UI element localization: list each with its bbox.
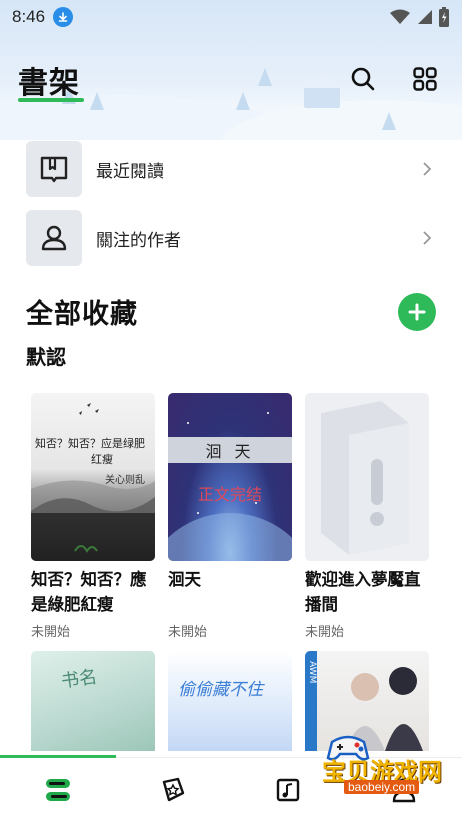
book-title: 洄天 xyxy=(168,570,201,589)
tree-decoration xyxy=(382,112,396,130)
book-status: 未開始 xyxy=(31,625,71,640)
bookshelf-icon xyxy=(45,778,70,801)
person-icon xyxy=(41,225,67,251)
page-title: 書架 xyxy=(18,66,80,101)
exclamation-icon xyxy=(321,401,409,555)
chevron-right-icon xyxy=(423,162,432,176)
cover-text: 知否？知否？应是绿肥 xyxy=(35,437,145,450)
book-open-icon xyxy=(40,156,68,183)
cover-text: 关心则乱 xyxy=(105,475,145,486)
download-icon xyxy=(53,7,74,27)
chevron-right-icon xyxy=(423,231,432,245)
plus-icon xyxy=(408,303,426,321)
group-label: 默認 xyxy=(26,345,66,369)
search-button[interactable] xyxy=(346,62,380,96)
recent-reading-row[interactable]: 最近閱讀 xyxy=(26,141,436,197)
menu-icon-box xyxy=(26,210,82,266)
followed-authors-row[interactable]: 關注的作者 xyxy=(26,210,436,266)
book-cover[interactable]: 书名 xyxy=(31,651,155,751)
grid-icon xyxy=(413,67,437,91)
watermark: 宝贝游戏网 baobeiy.com xyxy=(296,726,456,802)
cover-text: 红瘦 xyxy=(91,453,113,466)
menu-icon-box xyxy=(26,141,82,197)
tab-bookshelf[interactable] xyxy=(0,758,116,821)
book-title: 知否？知否？應是綠肥紅瘦 xyxy=(31,570,147,614)
book-status: 未開始 xyxy=(168,625,208,640)
followed-authors-label: 關注的作者 xyxy=(96,230,181,251)
snow-hill xyxy=(220,100,462,140)
star-icon xyxy=(163,777,185,801)
cover-text: 偷偷藏不住 xyxy=(178,680,263,700)
grid-view-button[interactable] xyxy=(408,62,442,96)
battery-icon xyxy=(439,7,449,27)
cover-text: 书名 xyxy=(59,666,99,693)
recent-reading-label: 最近閱讀 xyxy=(96,161,164,182)
book-cover: 知否？知否？应是绿肥 红瘦 关心则乱 xyxy=(31,393,155,561)
watermark-url: baobeiy.com xyxy=(344,780,420,794)
active-tab-indicator xyxy=(0,755,116,758)
signal-icon xyxy=(418,10,432,24)
search-icon xyxy=(351,67,375,91)
book-status: 未開始 xyxy=(305,625,345,640)
collection-title: 全部收藏 xyxy=(26,299,138,330)
book-cover: 洄 天 正文完结 xyxy=(168,393,292,561)
book-card[interactable]: 歡迎進入夢魘直播間 未開始 xyxy=(305,393,429,640)
tab-discover[interactable] xyxy=(116,758,232,821)
book-card[interactable]: 洄 天 正文完结 洄天 未開始 xyxy=(168,393,292,640)
wifi-icon xyxy=(390,9,410,24)
status-bar: 8:46 xyxy=(0,0,462,34)
add-collection-button[interactable] xyxy=(398,293,436,331)
book-cover[interactable]: 偷偷藏不住 xyxy=(168,651,292,751)
book-cover xyxy=(305,393,429,561)
title-underline xyxy=(18,98,84,102)
status-time: 8:46 xyxy=(12,7,46,26)
header: 書架 xyxy=(0,50,462,106)
book-title: 歡迎進入夢魘直播間 xyxy=(305,570,421,614)
book-card[interactable]: 知否？知否？应是绿肥 红瘦 关心则乱 知否？知否？應是綠肥紅瘦 未開始 xyxy=(31,393,155,640)
